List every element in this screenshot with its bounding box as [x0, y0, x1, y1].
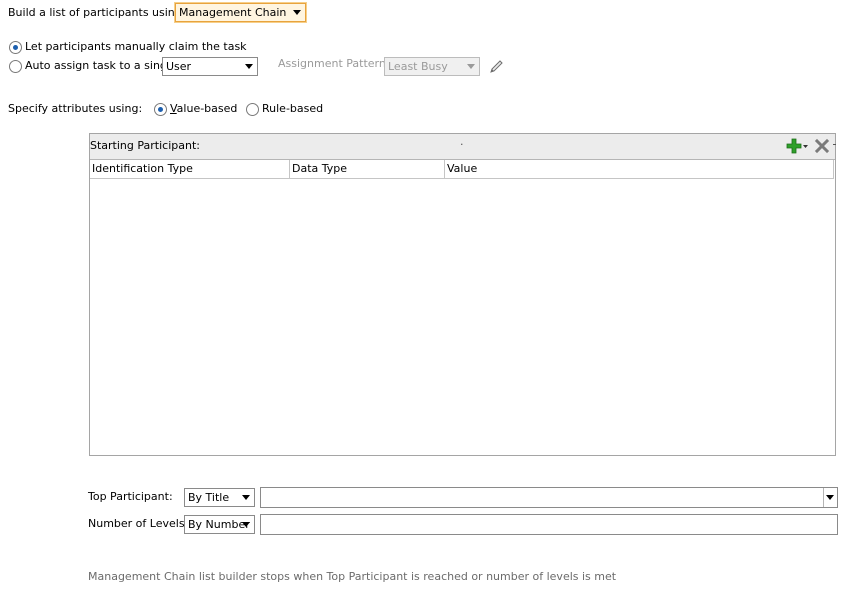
assign-target-select[interactable]: User [162, 57, 258, 76]
builder-note: Management Chain list builder stops when… [88, 570, 617, 583]
assignment-pattern-label: Assignment Pattern : [278, 57, 394, 70]
value-based-radio[interactable] [154, 103, 167, 116]
top-participant-mode-value: By Title [188, 491, 230, 504]
panel-header: Starting Participant: · [90, 134, 836, 160]
assign-target-value: User [166, 60, 192, 73]
chevron-down-icon [467, 64, 475, 69]
top-participant-label: Top Participant: [88, 490, 173, 503]
chevron-down-icon [242, 522, 250, 527]
assignment-pattern-value: Least Busy [388, 60, 448, 73]
column-data-type[interactable]: Data Type [290, 160, 445, 179]
manual-claim-radio[interactable] [9, 41, 22, 54]
build-list-select-value: Management Chain [179, 6, 287, 19]
build-list-label: Build a list of participants using: [8, 6, 186, 19]
top-participant-mode-select[interactable]: By Title [184, 488, 255, 507]
rule-based-label: Rule-based [262, 102, 324, 115]
value-based-label: Value-based [170, 102, 238, 115]
manual-claim-label: Let participants manually claim the task [25, 40, 247, 53]
chevron-down-icon [293, 10, 301, 15]
delete-icon[interactable] [814, 138, 830, 155]
build-list-select[interactable]: Management Chain [175, 3, 306, 22]
chevron-down-icon [245, 64, 253, 69]
levels-mode-value: By Number [188, 518, 250, 531]
chevron-down-icon [826, 495, 834, 500]
auto-assign-label: Auto assign task to a single [25, 59, 177, 72]
levels-mode-select[interactable]: By Number [184, 515, 255, 534]
chevron-down-icon [242, 495, 250, 500]
assignment-pattern-select[interactable]: Least Busy [384, 57, 480, 76]
column-identification-type[interactable]: Identification Type [90, 160, 290, 179]
levels-label: Number of Levels: [88, 517, 189, 530]
panel-edge-mark [833, 144, 836, 145]
starting-participant-panel: Starting Participant: · Identification T… [89, 133, 836, 456]
attributes-label: Specify attributes using: [8, 102, 143, 115]
add-icon[interactable] [786, 138, 810, 155]
top-participant-combo[interactable] [260, 487, 838, 508]
top-participant-dropdown-button[interactable] [823, 488, 837, 507]
drag-dot: · [460, 138, 464, 151]
auto-assign-radio[interactable] [9, 60, 22, 73]
levels-input[interactable] [260, 514, 838, 535]
panel-title: Starting Participant: [90, 139, 200, 152]
column-value[interactable]: Value [445, 160, 834, 179]
pencil-icon[interactable] [487, 58, 505, 76]
rule-based-radio[interactable] [246, 103, 259, 116]
